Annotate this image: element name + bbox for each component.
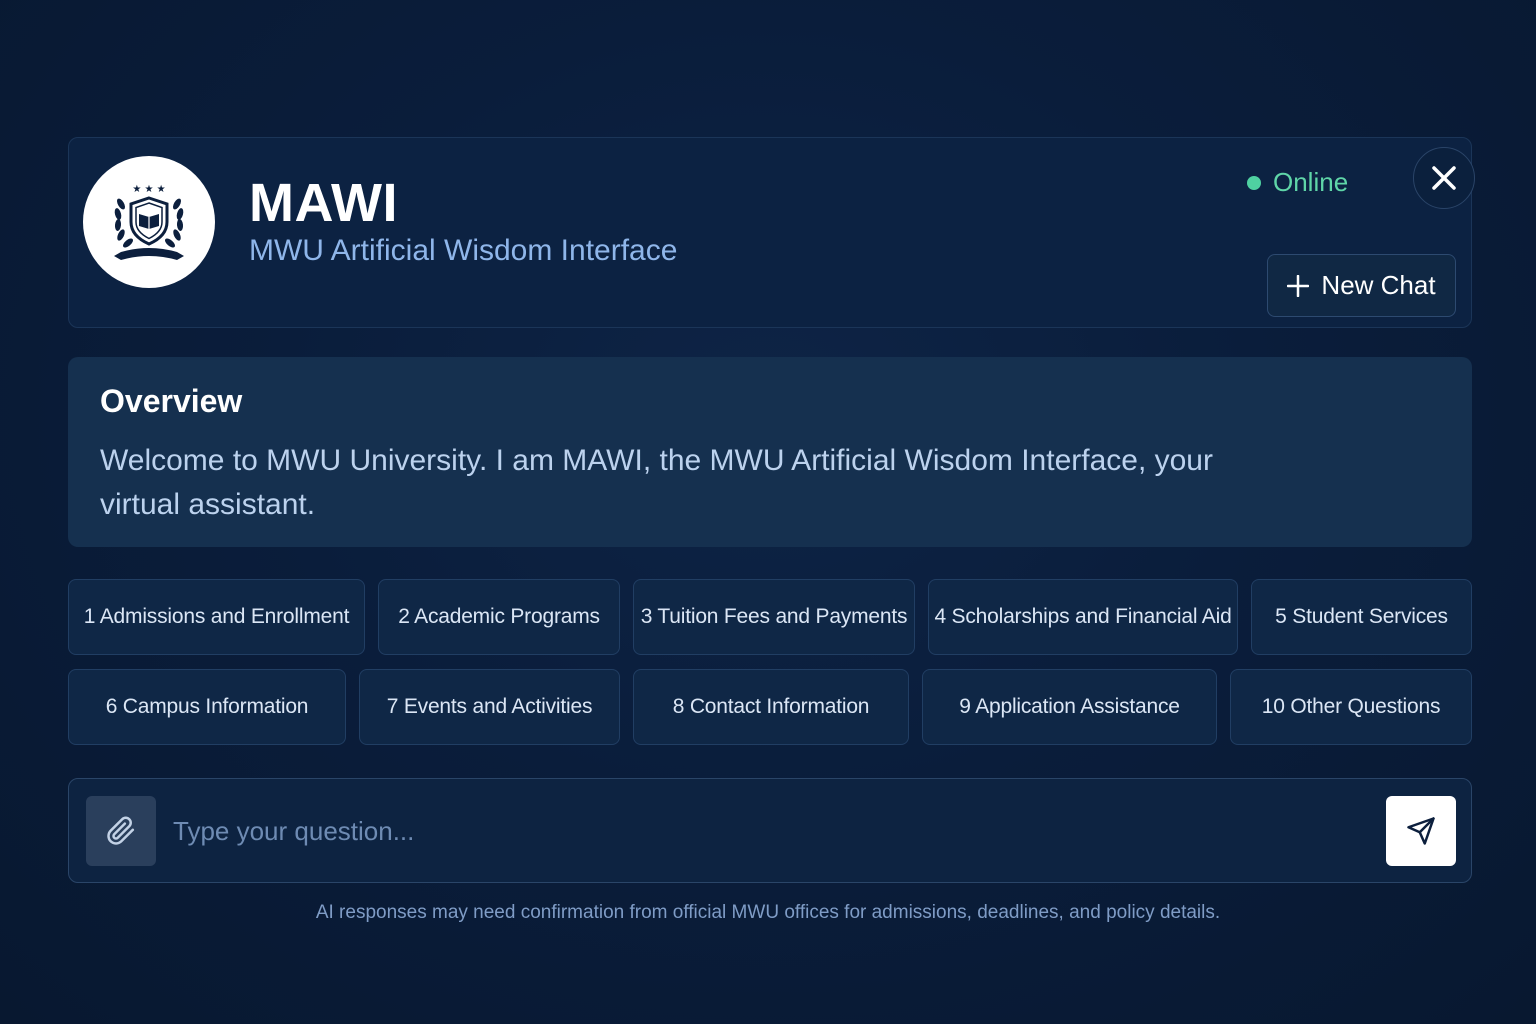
status-text: Online <box>1273 167 1349 197</box>
overview-title: Overview <box>100 383 243 419</box>
status-indicator: Online <box>1247 167 1348 198</box>
svg-text:★ ★ ★: ★ ★ ★ <box>132 184 165 195</box>
topic-chip-campus-info[interactable]: 6 Campus Information <box>68 669 346 745</box>
send-button[interactable] <box>1386 796 1456 866</box>
chat-input-bar <box>68 778 1472 883</box>
new-chat-button[interactable]: New Chat <box>1267 254 1456 317</box>
university-crest-icon: ★ ★ ★ <box>83 156 215 288</box>
app-title: MAWI <box>249 173 398 233</box>
plus-icon <box>1287 274 1310 297</box>
topic-chip-application[interactable]: 9 Application Assistance <box>922 669 1217 745</box>
topic-chip-admissions[interactable]: 1 Admissions and Enrollment <box>68 579 365 655</box>
app: ★ ★ ★ MAWI MWU Artificial Wisdom Interfa… <box>0 0 1536 1024</box>
close-icon <box>1432 166 1456 190</box>
attach-button[interactable] <box>86 796 156 866</box>
send-icon <box>1407 817 1435 845</box>
new-chat-label: New Chat <box>1321 270 1436 300</box>
overview-card: Overview Welcome to MWU University. I am… <box>68 357 1472 547</box>
topic-chip-scholarships[interactable]: 4 Scholarships and Financial Aid <box>928 579 1238 655</box>
header-card: ★ ★ ★ MAWI MWU Artificial Wisdom Interfa… <box>68 137 1475 328</box>
topic-chip-other[interactable]: 10 Other Questions <box>1230 669 1472 745</box>
close-button[interactable] <box>1413 147 1475 209</box>
status-dot-icon <box>1247 175 1261 190</box>
app-subtitle: MWU Artificial Wisdom Interface <box>249 234 678 267</box>
topic-chip-contact[interactable]: 8 Contact Information <box>633 669 909 745</box>
topic-chip-student-services[interactable]: 5 Student Services <box>1251 579 1472 655</box>
overview-text: Welcome to MWU University. I am MAWI, th… <box>100 444 1213 521</box>
question-input[interactable] <box>173 801 1373 861</box>
disclaimer-text: AI responses may need confirmation from … <box>315 902 1221 923</box>
topic-chip-tuition[interactable]: 3 Tuition Fees and Payments <box>633 579 915 655</box>
topic-chip-events[interactable]: 7 Events and Activities <box>359 669 620 745</box>
topic-chip-academic-programs[interactable]: 2 Academic Programs <box>378 579 620 655</box>
paperclip-icon <box>107 816 135 845</box>
